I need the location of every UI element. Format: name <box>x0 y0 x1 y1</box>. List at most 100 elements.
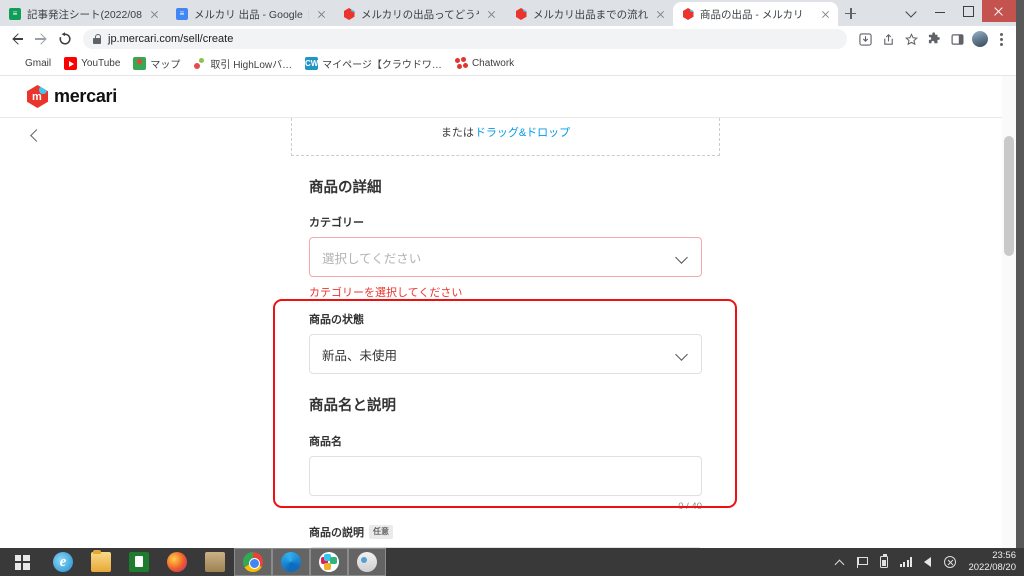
bookmark-item[interactable]: CW マイページ【クラウドワ… <box>305 56 442 71</box>
extensions-icon[interactable] <box>923 28 945 50</box>
chevron-down-icon <box>677 350 688 361</box>
reload-icon[interactable] <box>54 28 76 50</box>
tab-close-icon[interactable] <box>819 8 832 21</box>
browser-tab[interactable]: メルカリ出品までの流れ・売り方 <box>506 2 673 26</box>
bookmark-label: Gmail <box>25 58 52 69</box>
highlow-icon <box>193 57 206 70</box>
share-icon[interactable] <box>877 28 899 50</box>
bookmark-label: マイページ【クラウドワ… <box>322 60 442 71</box>
browser-tab-active[interactable]: 商品の出品 - メルカリ <box>673 2 838 26</box>
mercari-icon <box>515 8 527 20</box>
taskbar-microsoft-edge[interactable] <box>272 548 310 576</box>
browser-tab[interactable]: メルカリの出品ってどうやるの？初 <box>334 2 506 26</box>
bookmark-item[interactable]: M Gmail <box>8 57 51 70</box>
mercari-icon <box>343 8 355 20</box>
tab-close-icon[interactable] <box>315 8 328 21</box>
chatwork-icon <box>454 57 468 70</box>
image-dropzone[interactable]: または ドラッグ&ドロップ <box>291 118 720 156</box>
chevron-left-icon[interactable] <box>28 129 42 143</box>
sell-form: または ドラッグ&ドロップ 商品の詳細 カテゴリー 選択してください カテゴリー… <box>291 118 720 548</box>
bookmark-item[interactable]: Chatwork <box>454 57 515 70</box>
close-icon[interactable] <box>982 0 1016 22</box>
mercari-header: m mercari <box>0 76 1016 118</box>
youtube-icon <box>64 57 78 70</box>
chrome-menu-icon[interactable] <box>992 28 1010 50</box>
taskbar-internet-explorer[interactable]: e <box>44 548 82 576</box>
bookmark-item[interactable]: 取引 HighLowバ… <box>193 56 292 71</box>
mercari-icon <box>682 8 694 20</box>
taskbar-clock[interactable]: 23:56 2022/08/20 <box>965 550 1016 574</box>
taskbar-package-app[interactable] <box>196 548 234 576</box>
item-name-label: 商品名 <box>309 436 342 448</box>
volume-icon[interactable] <box>921 556 934 569</box>
dropzone-link[interactable]: ドラッグ&ドロップ <box>475 124 570 140</box>
page-body: または ドラッグ&ドロップ 商品の詳細 カテゴリー 選択してください カテゴリー… <box>0 118 1016 548</box>
tab-title: 商品の出品 - メルカリ <box>700 8 804 21</box>
windows-start-icon[interactable] <box>0 548 44 576</box>
tab-close-icon[interactable] <box>148 8 161 21</box>
new-tab-button[interactable] <box>838 2 864 26</box>
tray-chevron-icon[interactable] <box>833 556 846 569</box>
dropzone-prefix: または <box>440 127 474 139</box>
page-viewport: m mercari または ドラッグ&ドロップ 商品の詳細 カテゴリー 選択して… <box>0 76 1016 548</box>
taskbar-google-chrome[interactable] <box>234 548 272 576</box>
back-arrow-icon[interactable] <box>6 28 28 50</box>
clock-time: 23:56 <box>992 550 1016 562</box>
clock-date: 2022/08/20 <box>968 562 1016 573</box>
condition-select[interactable]: 新品、未使用 <box>309 334 702 374</box>
address-bar[interactable]: jp.mercari.com/sell/create <box>83 29 847 49</box>
tab-search-icon[interactable] <box>898 0 926 22</box>
minimize-icon[interactable] <box>926 0 954 22</box>
docs-icon: ≡ <box>176 8 188 20</box>
gmail-icon: M <box>8 57 21 70</box>
category-select[interactable]: 選択してください <box>309 237 702 277</box>
item-name-input[interactable] <box>309 456 702 496</box>
bookmark-item[interactable]: YouTube <box>64 57 120 70</box>
bookmark-label: マップ <box>150 60 181 71</box>
profile-avatar[interactable] <box>969 28 991 50</box>
install-icon[interactable] <box>854 28 876 50</box>
browser-toolbar: jp.mercari.com/sell/create <box>0 26 1016 52</box>
windows-taskbar: e 23:56 2022/08/20 <box>0 548 1024 576</box>
taskbar-file-explorer[interactable] <box>82 548 120 576</box>
window-controls <box>898 0 1016 22</box>
tab-strip: ≡ 記事発注シート(2022/08/01~ ≡ メルカリ 出品 - Google… <box>0 0 1016 26</box>
forward-arrow-icon[interactable] <box>30 28 52 50</box>
chrome-window: ≡ 記事発注シート(2022/08/01~ ≡ メルカリ 出品 - Google… <box>0 0 1016 548</box>
mercari-mark-icon: m <box>27 85 48 108</box>
scrollbar-thumb[interactable] <box>1004 136 1014 256</box>
bookmarks-bar: M Gmail YouTube マップ 取引 HighLowバ… CW マイペー… <box>0 52 1016 76</box>
condition-value: 新品、未使用 <box>322 348 398 363</box>
optional-badge: 任意 <box>369 524 393 539</box>
browser-tab[interactable]: ≡ 記事発注シート(2022/08/01~ <box>0 2 167 26</box>
toolbar-icons <box>854 28 1010 50</box>
taskbar-microsoft-store[interactable] <box>120 548 158 576</box>
tab-close-icon[interactable] <box>485 8 498 21</box>
details-heading: 商品の詳細 <box>309 180 382 196</box>
system-tray: 23:56 2022/08/20 <box>833 550 1024 574</box>
bookmark-star-icon[interactable] <box>900 28 922 50</box>
tab-title: 記事発注シート(2022/08/01~ <box>27 8 142 21</box>
battery-icon[interactable] <box>877 554 890 569</box>
page-scrollbar[interactable] <box>1002 76 1016 548</box>
status-x-icon[interactable] <box>943 556 956 569</box>
restore-icon[interactable] <box>954 0 982 22</box>
side-panel-icon[interactable] <box>946 28 968 50</box>
taskbar-slack[interactable] <box>310 548 348 576</box>
desktop: ≡ 記事発注シート(2022/08/01~ ≡ メルカリ 出品 - Google… <box>0 0 1024 576</box>
bookmark-label: Chatwork <box>471 58 515 69</box>
sheets-icon: ≡ <box>9 8 21 20</box>
taskbar-firefox[interactable] <box>158 548 196 576</box>
tab-title: メルカリ出品までの流れ・売り方 <box>533 8 648 21</box>
browser-tab[interactable]: ≡ メルカリ 出品 - Google ドキュメ <box>167 2 334 26</box>
network-bars-icon[interactable] <box>899 556 912 569</box>
mercari-logo[interactable]: m mercari <box>27 85 117 108</box>
url-text: jp.mercari.com/sell/create <box>108 33 234 45</box>
taskbar-paint[interactable] <box>348 548 386 576</box>
notification-flag-icon[interactable] <box>855 556 869 569</box>
bookmark-item[interactable]: マップ <box>133 56 180 71</box>
description-label: 商品の説明 任意 <box>309 524 702 540</box>
crowdworks-icon: CW <box>305 57 318 70</box>
tab-close-icon[interactable] <box>654 8 667 21</box>
condition-label: 商品の状態 <box>309 314 364 326</box>
